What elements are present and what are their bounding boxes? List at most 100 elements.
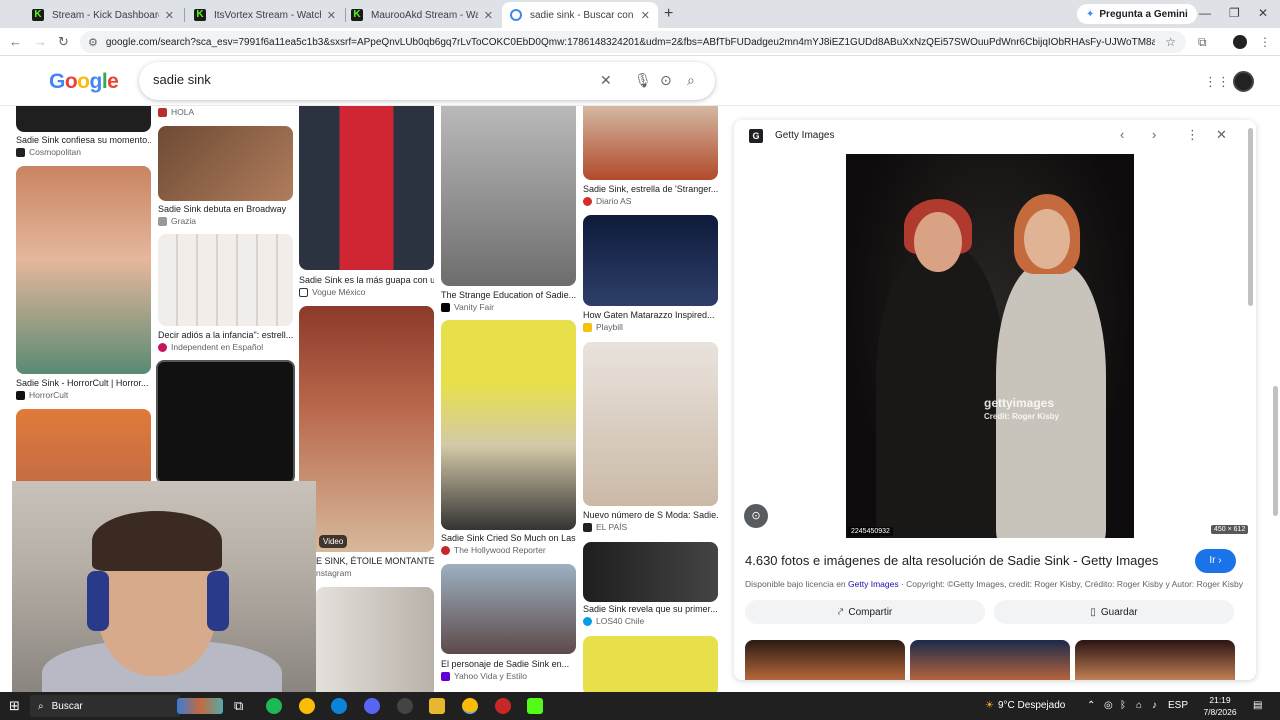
microphone-icon[interactable]: 🎙	[634, 72, 652, 89]
file-explorer-icon[interactable]	[429, 698, 445, 714]
result-source[interactable]: Vanity Fair	[441, 302, 494, 312]
result-caption[interactable]: Sadie Sink, estrella de 'Stranger...	[583, 184, 718, 194]
result-source[interactable]: Independent en Español	[158, 342, 263, 352]
volume-icon[interactable]: ♪	[1152, 700, 1157, 711]
tray-app-icon[interactable]: ◎	[1104, 700, 1113, 711]
widgets-icon[interactable]	[177, 698, 223, 714]
result-source[interactable]: nstagram	[316, 568, 351, 578]
close-icon[interactable]: ✕	[327, 9, 336, 22]
search-icon[interactable]: ⌕	[687, 72, 695, 89]
search-input[interactable]	[153, 72, 583, 87]
close-icon[interactable]: ✕	[484, 9, 493, 22]
windows-start-icon[interactable]: ⊞	[9, 698, 20, 714]
minimize-icon[interactable]: —	[1199, 6, 1211, 20]
panel-scrollbar[interactable]	[1248, 128, 1253, 306]
result-source[interactable]: HOLA	[158, 107, 194, 117]
lens-icon[interactable]: ⊙	[660, 72, 672, 89]
result-source[interactable]: Vogue México	[299, 287, 365, 297]
result-source[interactable]: Playbill	[583, 322, 623, 332]
close-panel-icon[interactable]: ✕	[1216, 127, 1227, 143]
menu-icon[interactable]: ⋮	[1259, 35, 1271, 49]
result-image[interactable]	[299, 106, 434, 270]
notifications-icon[interactable]: ▤	[1253, 700, 1262, 711]
restore-icon[interactable]: ❐	[1229, 6, 1240, 20]
close-window-icon[interactable]: ✕	[1258, 6, 1268, 20]
weather-widget[interactable]: ☀ 9°C Despejado	[985, 700, 1065, 711]
result-caption[interactable]: Decir adiós a la infancia": estrell...	[158, 330, 293, 340]
language-indicator[interactable]: ESP	[1168, 700, 1188, 711]
result-image[interactable]	[16, 106, 151, 132]
result-image[interactable]	[583, 542, 718, 602]
obs-icon[interactable]	[495, 698, 511, 714]
taskbar-search[interactable]: ⌕ Buscar	[30, 695, 180, 717]
save-button[interactable]: ▯ Guardar	[994, 600, 1234, 624]
bluetooth-icon[interactable]: ᛒ	[1120, 700, 1126, 711]
preview-image[interactable]: gettyimages Credit: Roger Kisby 22454509…	[846, 154, 1134, 538]
result-source[interactable]: EL PAÍS	[583, 522, 627, 532]
result-source[interactable]: Yahoo Vida y Estilo	[441, 671, 527, 681]
chevron-up-icon[interactable]: ⌃	[1087, 700, 1095, 711]
related-image[interactable]	[745, 640, 905, 680]
result-source[interactable]: The Hollywood Reporter	[441, 545, 546, 555]
result-source[interactable]: Diario AS	[583, 196, 631, 206]
tab-maurooakd[interactable]: K MaurooAkd Stream - Watch Live ✕	[343, 2, 501, 28]
share-button[interactable]: ⤤ Compartir	[745, 600, 985, 624]
result-caption[interactable]: Sadie Sink confiesa su momento...	[16, 135, 151, 145]
result-caption[interactable]: How Gaten Matarazzo Inspired...	[583, 310, 718, 320]
close-icon[interactable]: ✕	[165, 9, 174, 22]
panel-title[interactable]: 4.630 fotos e imágenes de alta resolució…	[745, 553, 1158, 568]
panel-source[interactable]: Getty Images	[775, 130, 834, 141]
kick-app-icon[interactable]	[527, 698, 543, 714]
chrome-icon[interactable]	[299, 698, 315, 714]
clear-icon[interactable]: ✕	[600, 72, 612, 89]
result-caption[interactable]: Nuevo número de S Moda: Sadie...	[583, 510, 718, 520]
google-logo[interactable]: Google	[49, 70, 119, 94]
result-image[interactable]	[583, 342, 718, 506]
result-caption[interactable]: Sadie Sink es la más guapa con u...	[299, 275, 434, 285]
result-caption[interactable]: E SINK, ÉTOILE MONTANTE...	[316, 556, 434, 566]
result-image[interactable]	[16, 409, 151, 489]
tab-google-search[interactable]: sadie sink - Buscar con Google ✕	[502, 2, 658, 28]
task-view-icon[interactable]: ⧉	[234, 698, 243, 714]
result-source[interactable]: LOS40 Chile	[583, 616, 644, 626]
more-options-icon[interactable]: ⋮	[1186, 127, 1199, 143]
result-image[interactable]	[316, 587, 434, 692]
result-image[interactable]	[16, 166, 151, 374]
result-image[interactable]	[299, 306, 434, 552]
page-scrollbar[interactable]	[1273, 386, 1278, 516]
clock[interactable]: 21:19 7/8/2026	[1200, 694, 1240, 718]
result-image-selected[interactable]	[156, 360, 295, 484]
back-icon[interactable]: ←	[9, 34, 22, 49]
result-image[interactable]	[583, 215, 718, 306]
result-caption[interactable]: Sadie Sink Cried So Much on Las...	[441, 533, 576, 543]
visual-search-icon[interactable]: ⊙	[744, 504, 768, 528]
reload-icon[interactable]: ↻	[58, 34, 69, 50]
result-image[interactable]	[441, 106, 576, 286]
new-tab-button[interactable]: +	[664, 5, 673, 23]
gemini-button[interactable]: ✦ Pregunta a Gemini	[1077, 4, 1197, 24]
result-caption[interactable]: The Strange Education of Sadie...	[441, 290, 576, 300]
result-caption[interactable]: Sadie Sink revela que su primer...	[583, 604, 718, 614]
extensions-icon[interactable]: ⧉	[1198, 35, 1207, 50]
chrome-active-icon[interactable]	[462, 698, 478, 714]
result-caption[interactable]: Sadie Sink debuta en Broadway	[158, 204, 293, 214]
bookmark-star-icon[interactable]: ☆	[1165, 35, 1176, 49]
result-source[interactable]: Grazia	[158, 216, 196, 226]
profile-avatar[interactable]	[1233, 35, 1247, 49]
license-link[interactable]: Getty Images	[848, 579, 899, 589]
result-caption[interactable]: Sadie Sink - HorrorCult | Horror...	[16, 378, 151, 388]
result-caption[interactable]: El personaje de Sadie Sink en...	[441, 659, 576, 669]
result-image[interactable]	[158, 126, 293, 201]
result-image[interactable]	[583, 106, 718, 180]
network-icon[interactable]: ⌂	[1136, 700, 1142, 711]
previous-icon[interactable]: ‹	[1120, 127, 1124, 142]
result-image[interactable]	[583, 636, 718, 692]
openai-icon[interactable]	[397, 698, 413, 714]
result-source[interactable]: HorrorCult	[16, 390, 68, 400]
spotify-icon[interactable]	[266, 698, 282, 714]
tab-kick-dashboard[interactable]: K Stream - Kick Dashboard ✕	[24, 2, 182, 28]
account-avatar[interactable]	[1233, 71, 1254, 92]
tab-itsvortex[interactable]: K ItsVortex Stream - Watch Live o ✕	[186, 2, 344, 28]
result-image[interactable]	[441, 320, 576, 530]
discord-icon[interactable]	[364, 698, 380, 714]
